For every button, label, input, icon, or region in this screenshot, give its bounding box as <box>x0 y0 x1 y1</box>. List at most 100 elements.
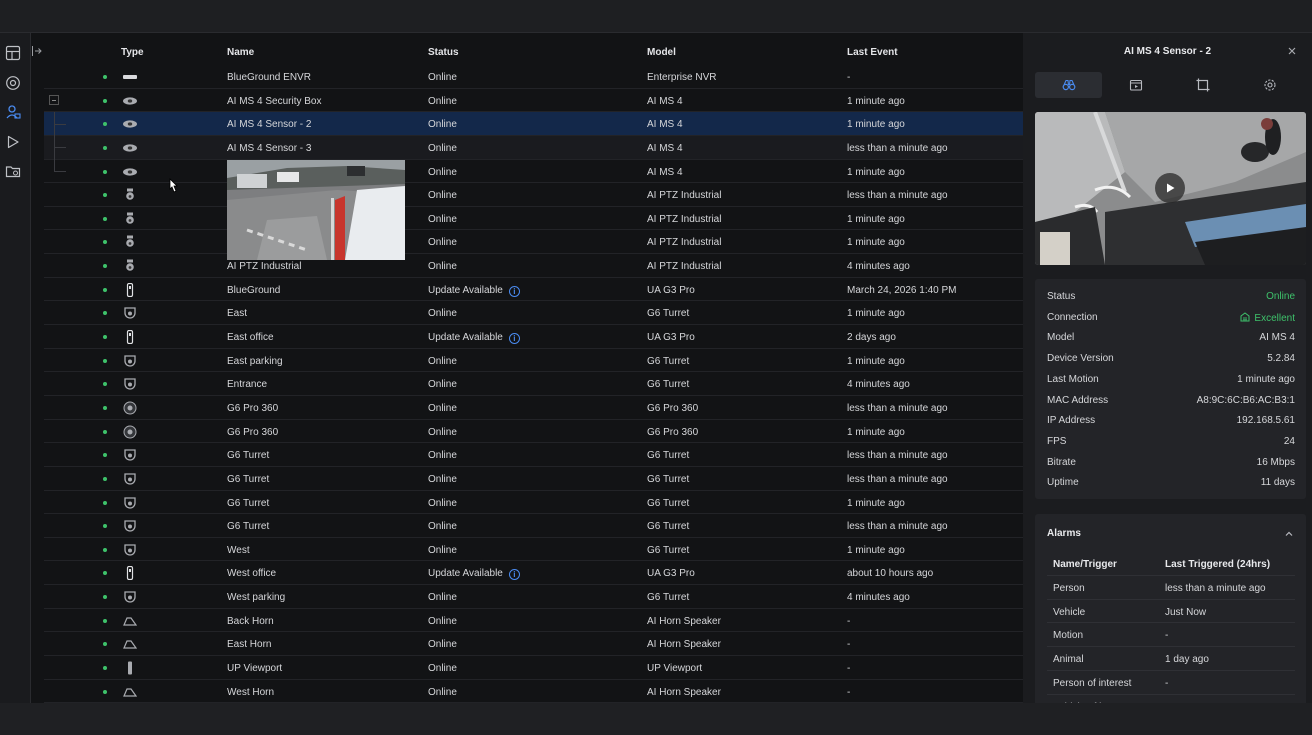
detail-label: Status <box>1047 291 1076 302</box>
device-status: Online <box>428 663 457 674</box>
table-row[interactable]: AI MS 4 Sensor - 3 Online AI MS 4 less than… <box>44 135 1023 160</box>
horn-icon <box>120 685 140 699</box>
device-status-text: Online <box>428 379 457 391</box>
device-model: Enterprise NVR <box>647 72 717 83</box>
online-status-dot <box>103 405 107 410</box>
info-icon[interactable]: i <box>508 285 520 297</box>
devices-icon[interactable] <box>5 104 21 120</box>
tree-connector <box>54 147 66 148</box>
device-last-event: 1 minute ago <box>847 166 905 178</box>
table-row[interactable]: East Horn Online AI Horn Speaker - <box>44 632 1023 657</box>
device-last-event: 4 minutes ago <box>847 261 910 273</box>
device-status: Online <box>428 427 457 438</box>
alarm-row[interactable]: Animal 1 day ago <box>1047 647 1295 671</box>
online-status-dot <box>103 335 107 340</box>
table-row[interactable]: G6 Turret Online G6 Turret 1 minute ago <box>44 491 1023 515</box>
online-status-dot <box>103 122 107 127</box>
column-header-last-event[interactable]: Last Event <box>847 47 898 58</box>
table-row[interactable]: Online AI MS 4 1 minute ago <box>44 160 1023 184</box>
table-row[interactable]: West parking Online G6 Turret 4 minutes ago <box>44 585 1023 609</box>
table-row[interactable]: UP Viewport Online UP Viewport - <box>44 656 1023 680</box>
column-header-model[interactable]: Model <box>647 47 676 58</box>
alarm-row[interactable]: Vehicle of interest- <box>1047 695 1295 703</box>
table-row[interactable]: BlueGround ENVR Online Enterprise NVR - <box>44 65 1023 89</box>
table-row[interactable]: East office Update Available i UA G3 Pro 2 d… <box>44 325 1023 349</box>
table-row[interactable]: Back Horn Online AI Horn Speaker - <box>44 609 1023 633</box>
table-row[interactable]: AI PTZ Industrial Online AI PTZ Industrial… <box>44 254 1023 278</box>
device-name: Entrance <box>227 379 268 391</box>
table-row[interactable]: Online AI PTZ Industrial less than a minut… <box>44 183 1023 207</box>
device-status-text: Online <box>428 119 457 131</box>
table-row[interactable]: G6 Pro 360 Online G6 Pro 360 1 minute ago <box>44 420 1023 444</box>
detail-value-text: 16 Mbps <box>1256 456 1295 468</box>
device-status: Online <box>428 639 457 650</box>
play-icon[interactable] <box>5 134 21 150</box>
alarm-name: Person <box>1053 582 1085 594</box>
detail-value: A8:9C:6C:B6:AC:B3:1 <box>1197 395 1295 406</box>
sensor-icon <box>120 94 140 108</box>
online-status-dot <box>103 358 107 363</box>
device-model: AI Horn Speaker <box>647 615 721 627</box>
binoculars-icon[interactable] <box>1035 72 1102 98</box>
play-button[interactable] <box>1155 173 1185 203</box>
detail-row: IP Address 192.168.5.61 <box>1047 415 1295 429</box>
table-row[interactable]: Entrance Online G6 Turret 4 minutes ago <box>44 372 1023 396</box>
device-name: AI MS 4 Sensor - 2 <box>227 119 312 131</box>
table-row[interactable]: West Horn Online AI Horn Speaker - <box>44 680 1023 703</box>
ptz-icon <box>120 212 140 226</box>
info-icon[interactable]: i <box>508 569 520 581</box>
gear-icon[interactable] <box>1236 72 1303 98</box>
table-row[interactable]: G6 Turret Online G6 Turret less than a minu… <box>44 467 1023 491</box>
table-row[interactable]: West office Update Available i UA G3 Pro abo… <box>44 561 1023 586</box>
table-row[interactable]: East parking Online G6 Turret 1 minute ago <box>44 349 1023 373</box>
device-status-text: Online <box>428 355 457 367</box>
tree-connector <box>54 124 66 125</box>
device-status-text: Online <box>428 521 457 533</box>
alarm-row[interactable]: Person of interest - <box>1047 671 1295 695</box>
folder-video-icon[interactable] <box>5 163 21 179</box>
viewport-icon <box>120 661 140 675</box>
column-header-status[interactable]: Status <box>428 47 459 58</box>
detail-row: MAC Address A8:9C:6C:B6:AC:B3:1 <box>1047 395 1295 409</box>
alarm-row[interactable]: Person less than a minute ago <box>1047 576 1295 600</box>
device-status: Online <box>428 545 457 556</box>
bottom-bar <box>0 703 1312 735</box>
column-header-type[interactable]: Type <box>121 47 144 58</box>
camera-lens-icon[interactable] <box>5 75 21 91</box>
table-row[interactable]: Online AI PTZ Industrial 1 minute ago <box>44 230 1023 255</box>
detail-label: Last Motion <box>1047 373 1099 385</box>
detail-value: 24 <box>1284 436 1295 447</box>
device-last-event: less than a minute ago <box>847 190 948 202</box>
table-row[interactable]: G6 Pro 360 Online G6 Pro 360 less than a mi… <box>44 396 1023 420</box>
table-row[interactable]: Online AI PTZ Industrial 1 minute ago <box>44 207 1023 231</box>
table-row[interactable]: AI MS 4 Security Box Online AI MS 4 1 minut… <box>44 89 1023 113</box>
device-model: G6 Turret <box>647 308 690 320</box>
turret-icon <box>120 377 140 391</box>
table-row[interactable]: G6 Turret Online G6 Turret less than a minu… <box>44 514 1023 538</box>
online-status-dot <box>103 453 107 458</box>
collapse-group-icon[interactable] <box>49 94 59 105</box>
online-status-dot <box>103 618 107 623</box>
alarm-row[interactable]: Vehicle Just Now <box>1047 600 1295 624</box>
turret-icon <box>120 354 140 368</box>
close-icon[interactable] <box>1286 45 1298 57</box>
device-status: Online <box>428 521 457 532</box>
live-video-feed[interactable] <box>1035 112 1306 265</box>
info-icon[interactable]: i <box>508 333 520 345</box>
device-model: G6 Pro 360 <box>647 402 699 414</box>
column-header-name[interactable]: Name <box>227 47 254 58</box>
chevron-up-icon[interactable] <box>1283 528 1295 540</box>
bullet-icon <box>120 566 140 581</box>
table-row[interactable]: West Online G6 Turret 1 minute ago <box>44 538 1023 562</box>
table-row[interactable]: AI MS 4 Sensor - 2 Online AI MS 4 1 minute … <box>44 112 1023 136</box>
crop-icon[interactable] <box>1169 72 1236 98</box>
dashboard-grid-icon[interactable] <box>5 45 21 61</box>
table-row[interactable]: BlueGround Update Available i UA G3 Pro Marc… <box>44 278 1023 302</box>
media-icon[interactable] <box>1102 72 1169 98</box>
connection-icon <box>1240 312 1250 322</box>
device-last-event: - <box>847 72 851 83</box>
online-status-dot <box>103 689 107 694</box>
table-row[interactable]: East Online G6 Turret 1 minute ago <box>44 301 1023 326</box>
alarm-row[interactable]: Motion - <box>1047 623 1295 648</box>
table-row[interactable]: G6 Turret Online G6 Turret less than a minu… <box>44 443 1023 467</box>
